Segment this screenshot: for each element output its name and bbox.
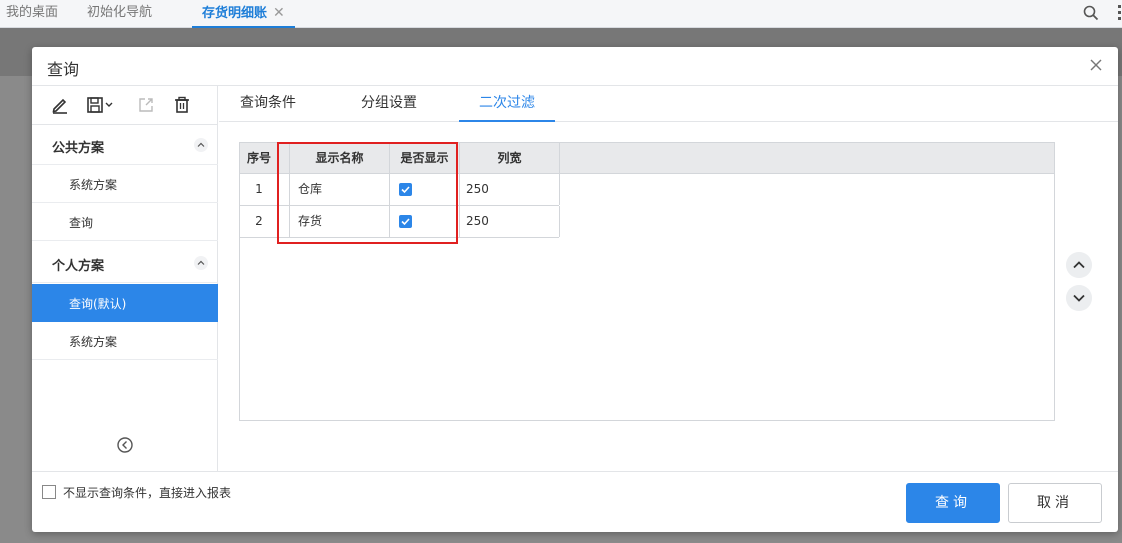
header-column-width: 列宽 (460, 143, 560, 174)
scheme-item-label: 系统方案 (69, 178, 118, 192)
tab-inventory-ledger[interactable]: 存货明细账 ✕ (192, 0, 295, 28)
chevron-up-icon[interactable] (194, 256, 208, 270)
dialog-header: 查询 (32, 47, 1118, 86)
skip-conditions-label: 不显示查询条件，直接进入报表 (63, 486, 232, 500)
dialog-footer: 不显示查询条件，直接进入报表 查询 取消 (32, 471, 1118, 532)
row-spacer (279, 206, 290, 237)
row-column-width[interactable]: 250 (460, 206, 560, 237)
cancel-button[interactable]: 取消 (1008, 483, 1102, 523)
grid-header-row: 序号 显示名称 是否显示 列宽 (240, 143, 1054, 174)
row-visible-cell (390, 174, 460, 205)
group-personal-label: 个人方案 (52, 259, 105, 274)
move-down-icon[interactable] (1066, 285, 1092, 311)
row-spacer (279, 174, 290, 205)
scheme-item-personal-default[interactable]: 查询(默认) (32, 284, 218, 322)
scheme-item-label: 系统方案 (69, 335, 118, 349)
scheme-toolbar (32, 86, 218, 125)
query-tabs: 查询条件 分组设置 二次过滤 (219, 86, 1118, 122)
scheme-item-personal-system[interactable]: 系统方案 (32, 322, 218, 360)
group-public-label: 公共方案 (52, 141, 105, 156)
search-icon[interactable] (1082, 4, 1100, 22)
row-column-width[interactable]: 250 (460, 174, 560, 205)
visible-checkbox[interactable] (399, 215, 412, 228)
header-display-name: 显示名称 (290, 143, 390, 174)
row-display-name[interactable]: 仓库 (290, 174, 390, 205)
scheme-item-public-system[interactable]: 系统方案 (32, 165, 218, 203)
row-display-name[interactable]: 存货 (290, 206, 390, 237)
header-visible: 是否显示 (390, 143, 460, 174)
visible-checkbox[interactable] (399, 183, 412, 196)
move-up-icon[interactable] (1066, 252, 1092, 278)
scheme-sidebar: 公共方案 系统方案 查询 个人方案 查询(默认) 系统方案 (32, 86, 218, 471)
table-row[interactable]: 2 存货 250 (240, 206, 560, 238)
query-button[interactable]: 查询 (906, 483, 1000, 523)
save-dropdown-icon[interactable] (86, 95, 116, 115)
group-personal-schemes[interactable]: 个人方案 (32, 243, 218, 283)
more-icon[interactable] (1116, 5, 1122, 21)
collapse-sidebar-icon[interactable] (116, 436, 134, 454)
export-icon[interactable] (136, 95, 156, 115)
tab-init-guide[interactable]: 初始化导航 (87, 0, 152, 28)
row-visible-cell (390, 206, 460, 237)
dialog-title: 查询 (47, 60, 80, 79)
delete-icon[interactable] (172, 95, 192, 115)
row-index: 1 (240, 174, 279, 205)
tab-group-settings[interactable]: 分组设置 (360, 86, 418, 122)
scheme-item-public-query[interactable]: 查询 (32, 203, 218, 241)
table-row[interactable]: 1 仓库 250 (240, 174, 560, 206)
tab-close-icon[interactable]: ✕ (273, 5, 285, 21)
scheme-item-label: 查询(默认) (69, 297, 127, 311)
tab-my-desktop[interactable]: 我的桌面 (6, 0, 58, 28)
chevron-up-icon[interactable] (194, 138, 208, 152)
scheme-item-label: 查询 (69, 216, 94, 230)
skip-conditions-checkbox[interactable] (42, 485, 56, 499)
column-settings-grid: 序号 显示名称 是否显示 列宽 1 仓库 250 2 存货 250 (239, 142, 1055, 421)
tab-query-conditions[interactable]: 查询条件 (239, 86, 297, 122)
close-icon[interactable] (1088, 57, 1104, 73)
top-tab-bar: 我的桌面 初始化导航 存货明细账 ✕ (0, 0, 1122, 28)
query-dialog: 查询 公共方案 系统方案 查询 个人方案 查询(默认) 系统方案 查询条件 分组… (32, 47, 1118, 532)
header-spacer (279, 143, 290, 174)
tab-inventory-ledger-label: 存货明细账 (202, 6, 268, 21)
header-index: 序号 (240, 143, 279, 174)
group-public-schemes[interactable]: 公共方案 (32, 125, 218, 165)
row-index: 2 (240, 206, 279, 237)
tab-secondary-filter[interactable]: 二次过滤 (459, 86, 555, 122)
edit-icon[interactable] (50, 95, 70, 115)
